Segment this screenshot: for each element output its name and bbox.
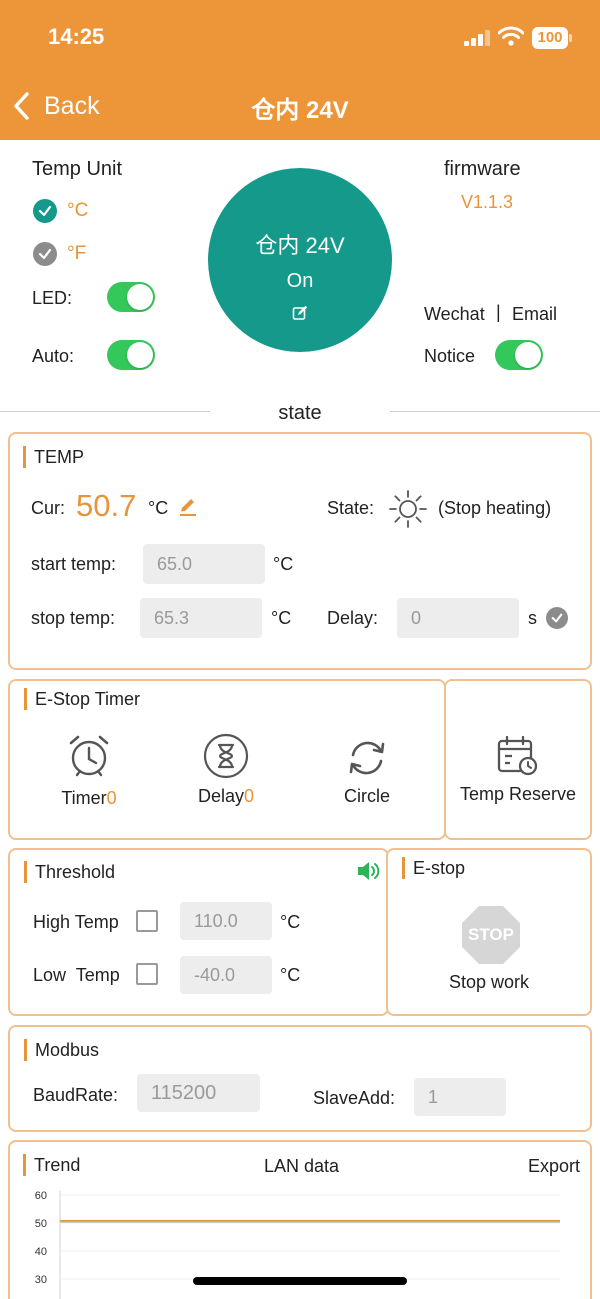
auto-toggle[interactable] [107, 340, 155, 370]
temp-reserve-button[interactable]: Temp Reserve [444, 679, 592, 840]
threshold-title: Threshold [24, 861, 115, 883]
circle-button[interactable]: Circle [324, 737, 410, 807]
fahrenheit-label: °F [67, 243, 87, 264]
state-label-text: State: [327, 498, 375, 518]
delay-button[interactable]: Delay0 [183, 733, 269, 807]
delay-label: Delay: [327, 608, 379, 628]
device-name: 仓内 24V [255, 233, 345, 258]
divider-right [390, 411, 600, 412]
firmware-label: firmware [444, 158, 521, 180]
state-label: state [278, 402, 322, 424]
calendar-clock-icon [497, 735, 538, 776]
cur-temp-value: 50.7 [76, 488, 137, 523]
link-separator: | [496, 302, 501, 322]
status-time: 14:25 [48, 24, 105, 49]
wifi-icon [498, 26, 524, 46]
baudrate-input[interactable]: 115200 [137, 1074, 260, 1112]
checkmark-icon [551, 613, 563, 623]
stop-temp-input[interactable]: 65.3 [140, 598, 262, 638]
high-temp-unit: °C [280, 912, 301, 932]
hourglass-icon [203, 733, 249, 779]
high-temp-label: High Temp [33, 912, 119, 932]
refresh-icon [349, 741, 385, 775]
modbus-panel: Modbus BaudRate: 115200 SlaveAdd: 1 [8, 1025, 592, 1132]
timer-label: Timer [61, 788, 107, 808]
y-tick-label: 40 [35, 1246, 47, 1258]
slave-address-label: SlaveAdd: [313, 1088, 396, 1108]
trend-chart: 60 50 40 30 [10, 1142, 590, 1299]
led-label: LED: [32, 288, 73, 308]
temp-reserve-label: Temp Reserve [459, 784, 577, 804]
trend-chart-svg: 60 50 40 30 [35, 1190, 560, 1299]
estop-timer-panel: E-Stop Timer Timer0 Delay0 Circle [8, 679, 446, 840]
temp-unit-label: Temp Unit [32, 158, 123, 180]
speaker-icon[interactable] [356, 860, 380, 882]
cur-temp-unit: °C [148, 498, 169, 518]
low-temp-input[interactable]: -40.0 [180, 956, 272, 994]
estop-title: E-stop [402, 857, 465, 879]
high-temp-input[interactable]: 110.0 [180, 902, 272, 940]
firmware-version: V1.1.3 [461, 192, 514, 212]
checkmark-icon [38, 248, 52, 260]
stop-temp-unit: °C [271, 608, 292, 628]
low-temp-checkbox[interactable] [136, 963, 158, 985]
trend-panel: Trend LAN data Export 60 50 40 30 [8, 1140, 592, 1299]
sun-icon [389, 490, 427, 528]
stop-temp-label: stop temp: [31, 608, 116, 628]
auto-label: Auto: [32, 346, 75, 366]
led-toggle[interactable] [107, 282, 155, 312]
checkmark-icon [38, 205, 52, 217]
celsius-radio[interactable] [33, 199, 57, 223]
timer-count: 0 [106, 788, 117, 808]
modbus-title: Modbus [24, 1039, 99, 1061]
cell-signal-icon [464, 30, 490, 46]
notice-toggle[interactable] [495, 340, 543, 370]
start-temp-input[interactable]: 65.0 [143, 544, 265, 584]
device-status: On [286, 270, 314, 292]
delay-input[interactable]: 0 [397, 598, 519, 638]
alarm-clock-icon [69, 735, 109, 777]
cur-label: Cur: [31, 498, 66, 518]
stop-work-label: Stop work [448, 972, 530, 992]
baudrate-label: BaudRate: [33, 1085, 119, 1105]
y-tick-label: 50 [35, 1218, 47, 1230]
celsius-label: °C [67, 200, 89, 221]
low-temp-label: Low Temp [33, 965, 120, 985]
estop-panel: E-stop STOP Stop work [386, 848, 592, 1016]
threshold-panel: Threshold High Temp 110.0 °C Low Temp -4… [8, 848, 389, 1016]
email-link[interactable]: Email [512, 304, 557, 325]
wechat-link[interactable]: Wechat [424, 304, 485, 325]
home-indicator[interactable] [193, 1277, 407, 1285]
edit-icon[interactable] [292, 305, 308, 321]
delay-count: 0 [244, 786, 255, 806]
y-tick-label: 30 [35, 1274, 47, 1286]
pencil-icon[interactable] [178, 497, 198, 517]
heating-state: (Stop heating) [438, 498, 552, 518]
start-temp-unit: °C [273, 554, 294, 574]
temp-panel: TEMP Cur: 50.7 °C State: (Stop heating) … [8, 432, 592, 670]
stop-sign-button[interactable]: STOP [459, 903, 523, 967]
start-temp-label: start temp: [31, 554, 117, 574]
device-power-button[interactable]: 仓内 24V On [208, 168, 392, 352]
stop-sign-text: STOP [468, 925, 514, 944]
circle-label: Circle [343, 786, 390, 806]
slave-address-input[interactable]: 1 [414, 1078, 506, 1116]
app-header: 14:25 100 Back 仓内 24V [0, 0, 600, 140]
delay-confirm-button[interactable] [546, 607, 568, 629]
high-temp-checkbox[interactable] [136, 910, 158, 932]
page-title: 仓内 24V [251, 97, 349, 124]
y-tick-label: 60 [35, 1190, 47, 1202]
delay-label: Delay [197, 786, 244, 806]
notice-label: Notice [424, 346, 476, 366]
battery-icon: 100 [532, 27, 568, 49]
temp-panel-title: TEMP [23, 446, 84, 468]
delay-unit: s [528, 608, 537, 628]
fahrenheit-radio[interactable] [33, 242, 57, 266]
timer-button[interactable]: Timer0 [46, 733, 132, 809]
low-temp-unit: °C [280, 965, 301, 985]
battery-tip [569, 34, 572, 42]
estop-timer-title: E-Stop Timer [24, 688, 140, 710]
